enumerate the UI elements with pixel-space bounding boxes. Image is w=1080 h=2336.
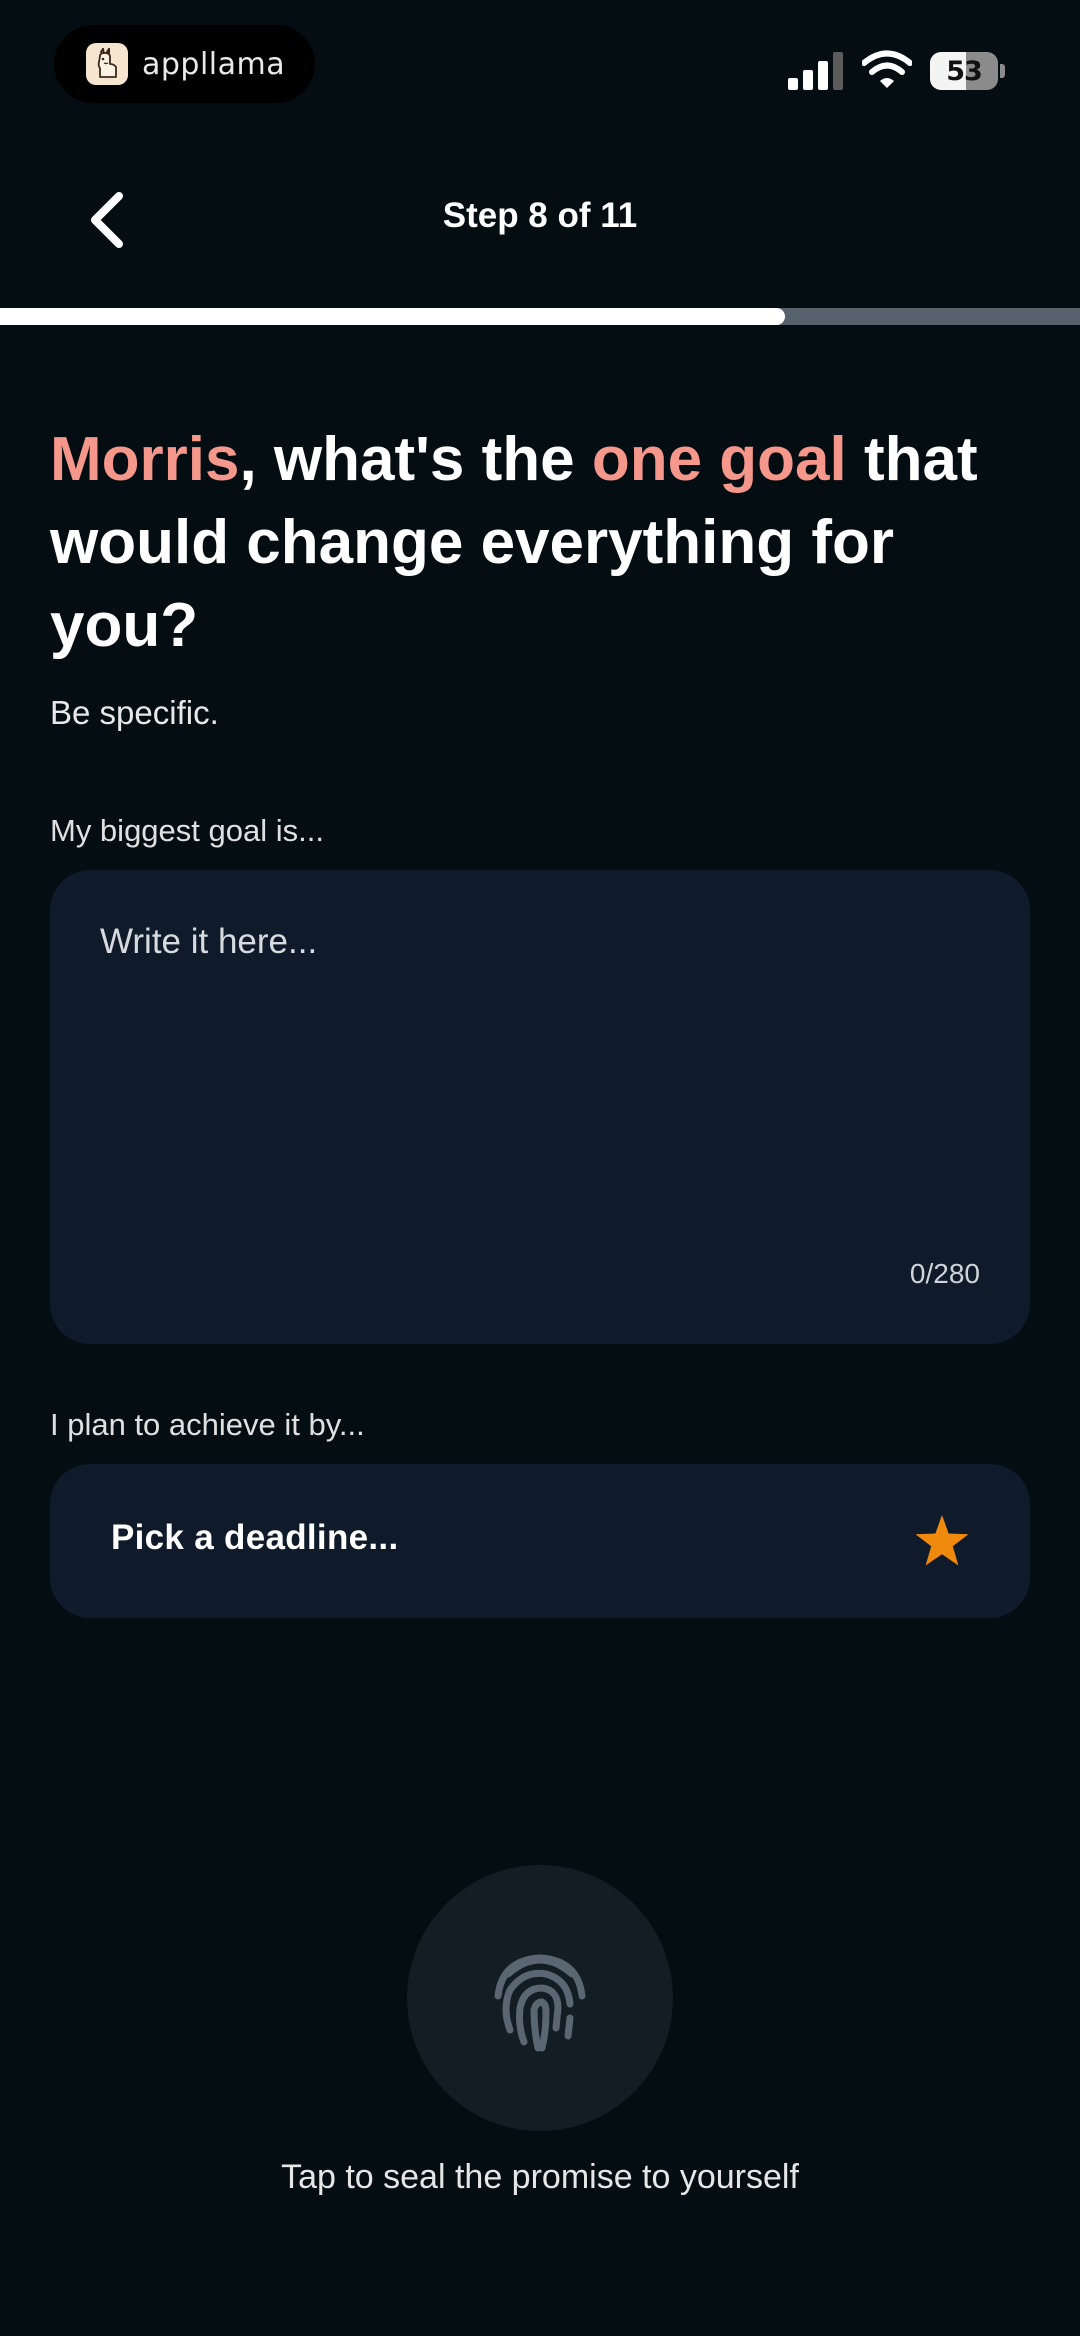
progress-bar-fill bbox=[0, 308, 786, 325]
app-indicator-pill[interactable]: appllama bbox=[54, 25, 315, 103]
llama-logo-icon bbox=[86, 43, 128, 85]
user-name: Morris bbox=[50, 425, 240, 494]
app-name: appllama bbox=[142, 46, 286, 82]
page-subtitle: Be specific. bbox=[50, 694, 219, 731]
step-indicator: Step 8 of 11 bbox=[442, 196, 638, 235]
goal-input-card[interactable]: 0/280 bbox=[50, 870, 1030, 1344]
title-text-part1: , what's the bbox=[239, 425, 592, 494]
fingerprint-seal-button[interactable] bbox=[407, 1865, 673, 2131]
character-counter: 0/280 bbox=[909, 1258, 980, 1289]
deadline-field-label: I plan to achieve it by... bbox=[50, 1407, 365, 1442]
goal-textarea[interactable] bbox=[100, 922, 980, 1222]
progress-bar bbox=[0, 308, 1080, 325]
battery-icon: 53 bbox=[930, 52, 998, 90]
cellular-signal-icon bbox=[788, 52, 843, 90]
deadline-picker-button[interactable]: Pick a deadline... bbox=[50, 1464, 1030, 1618]
battery-tip bbox=[1000, 64, 1005, 78]
title-highlight: one goal bbox=[591, 425, 847, 494]
seal-caption: Tap to seal the promise to yourself bbox=[281, 2158, 799, 2196]
battery-indicator: 53 bbox=[930, 52, 1006, 90]
deadline-button-label: Pick a deadline... bbox=[111, 1518, 399, 1557]
goal-field-label: My biggest goal is... bbox=[50, 813, 324, 848]
status-bar: appllama 53 bbox=[0, 0, 1080, 130]
fingerprint-icon bbox=[494, 1954, 586, 2052]
page-title: Morris, what's the one goal that would c… bbox=[50, 418, 1050, 667]
battery-percentage: 53 bbox=[946, 55, 983, 87]
wifi-icon bbox=[862, 50, 912, 88]
star-icon bbox=[915, 1515, 969, 1566]
